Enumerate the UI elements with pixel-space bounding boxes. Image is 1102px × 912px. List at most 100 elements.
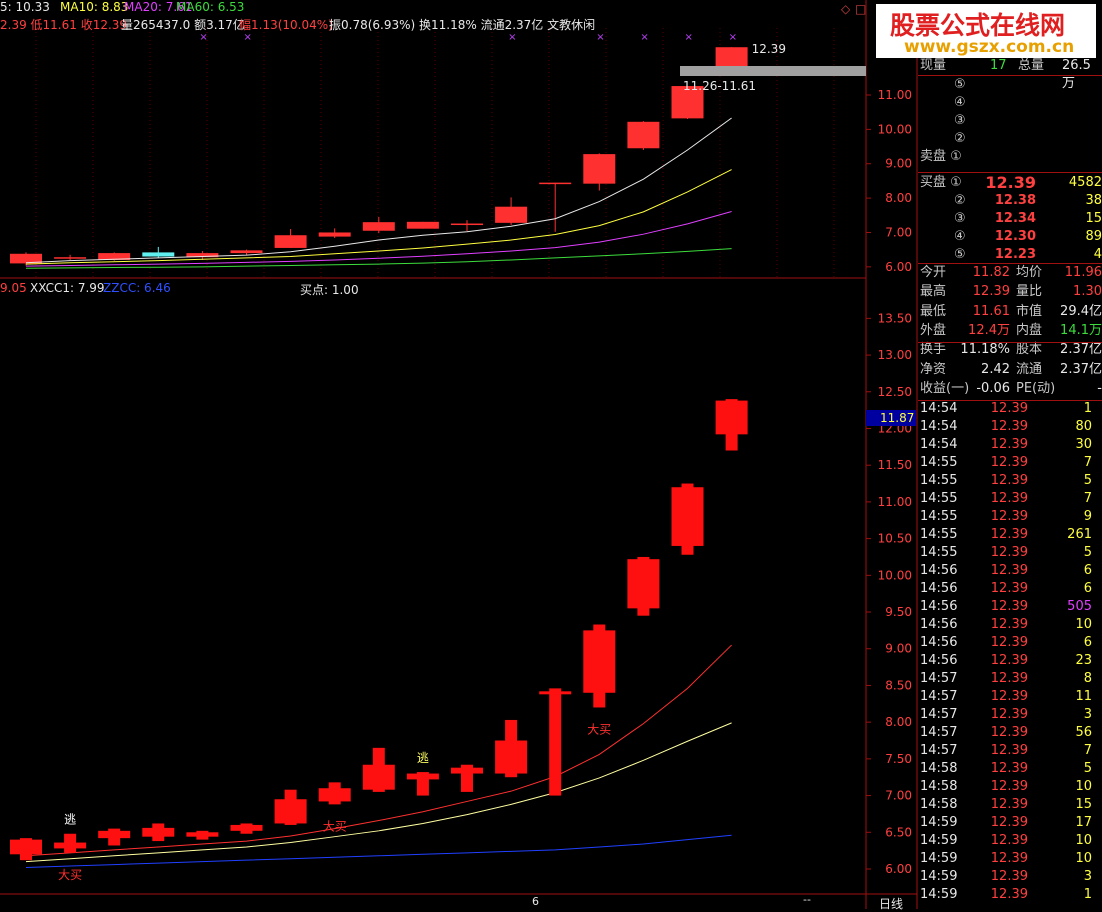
tick-time: 14:55 (920, 545, 958, 560)
y-tick-label: 10.00 (878, 122, 912, 136)
tick-volume: 6 (1083, 581, 1092, 596)
indicator-item-2: ZZCC: 6.46 (103, 281, 171, 295)
indicator-body (186, 832, 219, 837)
indicator-body (627, 559, 660, 609)
sell-level-label: 卖盘 ① (920, 149, 962, 164)
tick-price: 12.39 (990, 833, 1028, 848)
tick-price: 12.39 (990, 455, 1028, 470)
indicator-body (274, 799, 307, 824)
buy-level-row: ⑤ 12.23 4 (918, 246, 1102, 264)
sell-level-label: ⑤ (954, 77, 966, 92)
indicator-body (715, 400, 748, 435)
tick-time: 14:54 (920, 437, 958, 452)
stat-label: 换手 (920, 342, 947, 358)
indicator-body (495, 740, 528, 774)
tick-price: 12.39 (990, 671, 1028, 686)
candle-body (54, 257, 87, 259)
tick-row: 14:55 12.39 261 (918, 526, 1102, 544)
tick-volume: 3 (1083, 869, 1092, 884)
buy-level-vol: 15 (1085, 211, 1102, 226)
sell-level-row: ② (918, 130, 1102, 148)
tick-volume: 505 (1067, 599, 1092, 614)
y-tick-label: 13.00 (878, 348, 912, 362)
tick-volume: 10 (1075, 779, 1092, 794)
tick-volume: 8 (1083, 671, 1092, 686)
tick-volume: 80 (1075, 419, 1092, 434)
tick-volume: 7 (1083, 743, 1092, 758)
y-tick-label: 10.50 (878, 532, 912, 546)
tick-time: 14:59 (920, 833, 958, 848)
tick-price: 12.39 (990, 743, 1028, 758)
tick-row: 14:59 12.39 1 (918, 886, 1102, 904)
stat-label: 量比 (1016, 284, 1043, 300)
stat-label: 市值 (1016, 303, 1043, 319)
tick-volume: 1 (1083, 887, 1092, 902)
tick-price: 12.39 (990, 869, 1028, 884)
tick-price: 12.39 (990, 725, 1028, 740)
buy-level-vol: 4582 (1068, 175, 1102, 190)
tick-volume: 1 (1083, 401, 1092, 416)
stat-row: 净资 2.42 流通 2.37亿 (918, 361, 1102, 379)
tick-volume: 5 (1083, 545, 1092, 560)
stat-label: 股本 (1016, 342, 1043, 358)
tick-time: 14:57 (920, 743, 958, 758)
tick-row: 14:54 12.39 30 (918, 436, 1102, 454)
indicator-body (362, 764, 395, 790)
stat-label: 最高 (920, 284, 947, 300)
candle-body (230, 250, 263, 254)
signal-label: 逃 (64, 813, 76, 827)
indicator-line-1 (25, 722, 732, 863)
stat-label: 最低 (920, 303, 947, 319)
candle-body (142, 252, 175, 257)
stat-value: 11.96 (1064, 265, 1102, 280)
tick-time: 14:56 (920, 581, 958, 596)
stat-value: 11.82 (972, 265, 1010, 280)
indicator-body (142, 827, 175, 837)
ma-line-ma5 (25, 117, 732, 264)
tick-price: 12.39 (990, 851, 1028, 866)
signal-mark: × (244, 32, 252, 43)
stat-value: -0.06 (976, 380, 1010, 396)
indicator-item-0: 9.05 (0, 281, 27, 295)
tick-time: 14:54 (920, 419, 958, 434)
tick-row: 14:58 12.39 15 (918, 796, 1102, 814)
tick-time: 14:56 (920, 653, 958, 668)
stat-row: 换手 11.18% 股本 2.37亿 (918, 341, 1102, 359)
square-icon[interactable]: □ (855, 2, 866, 16)
tick-price: 12.39 (990, 419, 1028, 434)
indicator-body (583, 630, 616, 693)
buy-level-price: 12.39 (985, 173, 1036, 192)
buy-level-price: 12.30 (994, 229, 1036, 244)
tick-volume: 11 (1075, 689, 1092, 704)
stat-label: 内盘 (1016, 322, 1043, 338)
signal-mark: × (596, 32, 604, 43)
tick-volume: 10 (1075, 833, 1092, 848)
ma-line-ma10 (25, 169, 732, 265)
tick-price: 12.39 (990, 689, 1028, 704)
candle-body (583, 154, 616, 184)
high-price-annotation: 12.39 (752, 42, 786, 56)
quote-separator (918, 172, 1102, 173)
stat-row: 最高 12.39 量比 1.30 (918, 283, 1102, 301)
candle-body (451, 223, 483, 226)
buy-level-row: ② 12.38 38 (918, 192, 1102, 210)
tick-row: 14:56 12.39 6 (918, 634, 1102, 652)
tick-volume: 6 (1083, 563, 1092, 578)
tick-price: 12.39 (990, 599, 1028, 614)
total-vol-label: 总量 (1018, 58, 1045, 73)
site-logo: 股票公式在线网 www.gszx.com.cn (876, 4, 1096, 58)
buy-level-label: ④ (954, 229, 966, 244)
tick-price: 12.39 (990, 581, 1028, 596)
period-label-daily[interactable]: 日线 (879, 895, 903, 912)
tick-volume: 3 (1083, 707, 1092, 722)
stat-value: 12.39 (972, 284, 1010, 300)
tick-row: 14:57 12.39 3 (918, 706, 1102, 724)
tick-row: 14:55 12.39 9 (918, 508, 1102, 526)
y-tick-label: 6.00 (885, 862, 912, 876)
scroll-marker[interactable]: -- (803, 893, 811, 906)
tick-price: 12.39 (990, 473, 1028, 488)
tick-price: 12.39 (990, 779, 1028, 794)
y-tick-label: 8.00 (885, 715, 912, 729)
diamond-icon[interactable]: ◇ (841, 2, 850, 16)
buy-level-label: ③ (954, 211, 966, 226)
